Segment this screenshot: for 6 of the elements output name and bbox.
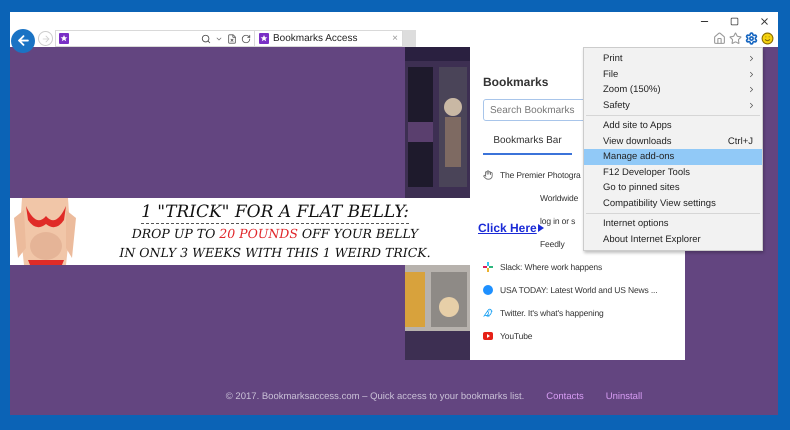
tab-title: Bookmarks Access — [273, 33, 358, 44]
footer-text: © 2017. Bookmarksaccess.com – Quick access to your bookmarks list. — [226, 391, 524, 402]
shortcut-text: Ctrl+J — [728, 136, 753, 147]
ad-text: DROP UP TO 20 POUNDS OFF YOUR BELLY — [132, 224, 418, 242]
ad-headline: 1 "TRICK" FOR A FLAT BELLY: — [141, 202, 409, 224]
ad-text: IN ONLY 3 WEEKS WITH THIS 1 WEIRD TRICK. — [119, 244, 431, 262]
